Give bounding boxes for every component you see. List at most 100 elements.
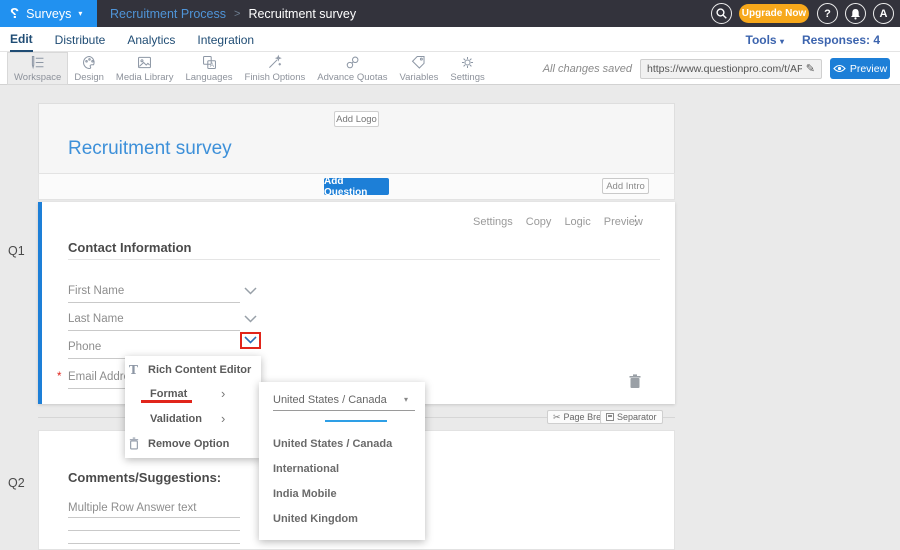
scissors-icon: ✂ [553, 413, 561, 422]
separator-button[interactable]: Separator [600, 410, 663, 424]
save-status: All changes saved [543, 63, 632, 75]
q1-copy-link[interactable]: Copy [526, 216, 552, 228]
tag-icon [410, 54, 427, 71]
phone-dropdown-icon[interactable] [244, 336, 257, 344]
breadcrumb: Recruitment Process > Recruitment survey [110, 0, 356, 27]
tab-distribute[interactable]: Distribute [55, 27, 106, 52]
breadcrumb-separator: > [234, 8, 240, 20]
format-submenu-arrow-icon: › [221, 387, 225, 400]
trash-icon [129, 437, 139, 450]
separator-icon [606, 413, 614, 421]
q2-heading[interactable]: Comments/Suggestions: [68, 470, 221, 485]
q1-heading-divider [68, 259, 660, 260]
format-select-underline [273, 410, 415, 411]
tab-analytics[interactable]: Analytics [127, 27, 175, 52]
image-icon [136, 54, 153, 71]
chevron-down-icon: ▾ [78, 9, 82, 18]
gear-icon [459, 54, 476, 71]
format-option-india-mobile[interactable]: India Mobile [273, 488, 337, 500]
q1-more-menu-icon[interactable]: ⋮ [629, 213, 642, 229]
survey-editor-app: ? Surveys ▾ Recruitment Process > Recrui… [0, 0, 900, 550]
menu-item-remove-option[interactable]: Remove Option [148, 438, 229, 450]
breadcrumb-current: Recruitment survey [248, 7, 356, 21]
help-button[interactable]: ? [817, 3, 838, 24]
svg-text:A: A [209, 62, 214, 69]
breadcrumb-parent-link[interactable]: Recruitment Process [110, 7, 226, 21]
toolbar-item-settings[interactable]: Settings [444, 52, 490, 85]
responses-link[interactable]: Responses: 4 [802, 33, 880, 47]
tabbar-right: Tools ▾ Responses: 4 [746, 27, 881, 52]
palette-icon [81, 54, 98, 71]
field-email[interactable]: Email Addre [68, 371, 130, 383]
format-option-united-kingdom[interactable]: United Kingdom [273, 513, 358, 525]
toolbar-item-variables[interactable]: Variables [394, 52, 445, 85]
toolbar-item-finish-options[interactable]: Finish Options [239, 52, 312, 85]
workspace-icon [29, 54, 46, 71]
toolbar-item-design[interactable]: Design [68, 52, 110, 85]
last-name-dropdown-icon[interactable] [244, 315, 257, 323]
tab-edit[interactable]: Edit [10, 27, 33, 52]
search-button[interactable] [711, 3, 732, 24]
menu-item-format[interactable]: Format [150, 388, 187, 400]
add-intro-button[interactable]: Add Intro [602, 178, 649, 194]
preview-button[interactable]: Preview [830, 58, 890, 79]
tabs: Edit Distribute Analytics Integration [10, 27, 254, 52]
format-focus-indicator [325, 420, 387, 422]
share-url-text: https://www.questionpro.com/t/APNrFZ [647, 63, 802, 75]
upgrade-now-button[interactable]: Upgrade Now [739, 4, 809, 23]
chevron-down-icon: ▾ [780, 37, 784, 46]
toolbar: Workspace Design Media Library A [0, 52, 900, 85]
field-last-name-underline [68, 330, 240, 331]
eye-icon [833, 64, 846, 73]
tab-integration[interactable]: Integration [197, 27, 254, 52]
questionpro-logo-icon: ? [10, 6, 19, 21]
tools-menu[interactable]: Tools ▾ [746, 33, 784, 47]
field-first-name-underline [68, 302, 240, 303]
toolbar-item-workspace[interactable]: Workspace [7, 52, 68, 85]
edit-url-icon[interactable]: ✎ [806, 62, 815, 75]
q2-answer-line-1 [68, 517, 240, 518]
field-last-name[interactable]: Last Name [68, 313, 124, 325]
q1-label: Q1 [8, 244, 25, 258]
q1-heading[interactable]: Contact Information [68, 240, 192, 255]
format-option-international[interactable]: International [273, 463, 339, 475]
q2-answer-line-3 [68, 543, 240, 544]
add-question-button[interactable]: Add Question [324, 178, 389, 195]
toolbar-item-languages[interactable]: A Languages [179, 52, 238, 85]
validation-submenu-arrow-icon: › [221, 412, 225, 425]
tabbar: Edit Distribute Analytics Integration To… [0, 27, 900, 52]
topbar: ? Surveys ▾ Recruitment Process > Recrui… [0, 0, 900, 27]
q1-actions: Settings Copy Logic Preview [473, 216, 643, 228]
avatar[interactable]: A [873, 3, 894, 24]
menu-item-rich-content-editor[interactable]: Rich Content Editor [148, 364, 251, 376]
menu-item-validation[interactable]: Validation [150, 413, 202, 425]
required-marker: * [57, 371, 61, 383]
notifications-button[interactable] [845, 3, 866, 24]
q1-delete-icon[interactable] [629, 374, 641, 389]
q2-answer-line-2 [68, 530, 240, 531]
text-format-icon: T [129, 363, 138, 377]
toolbar-right: All changes saved https://www.questionpr… [543, 52, 890, 85]
toolbar-item-advance-quotas[interactable]: Advance Quotas [311, 52, 393, 85]
brand-menu[interactable]: ? Surveys ▾ [0, 0, 97, 27]
format-option-us-canada[interactable]: United States / Canada [273, 438, 392, 450]
bell-icon [850, 8, 861, 20]
format-select-value[interactable]: United States / Canada [273, 394, 387, 406]
survey-title[interactable]: Recruitment survey [68, 138, 232, 160]
add-logo-button[interactable]: Add Logo [334, 111, 379, 127]
field-first-name[interactable]: First Name [68, 285, 124, 297]
first-name-dropdown-icon[interactable] [244, 287, 257, 295]
linked-rings-icon [344, 54, 361, 71]
share-url-field[interactable]: https://www.questionpro.com/t/APNrFZ ✎ [640, 59, 822, 79]
toolbar-items: Workspace Design Media Library A [7, 52, 491, 85]
magic-wand-icon [266, 54, 283, 71]
q1-logic-link[interactable]: Logic [564, 216, 590, 228]
brand-label: Surveys [26, 7, 71, 21]
q1-settings-link[interactable]: Settings [473, 216, 513, 228]
toolbar-item-media-library[interactable]: Media Library [110, 52, 180, 85]
q2-label: Q2 [8, 476, 25, 490]
q2-answer-placeholder[interactable]: Multiple Row Answer text [68, 502, 196, 514]
search-icon [716, 8, 727, 19]
field-phone[interactable]: Phone [68, 341, 101, 353]
format-select-caret-icon[interactable]: ▾ [404, 395, 408, 404]
